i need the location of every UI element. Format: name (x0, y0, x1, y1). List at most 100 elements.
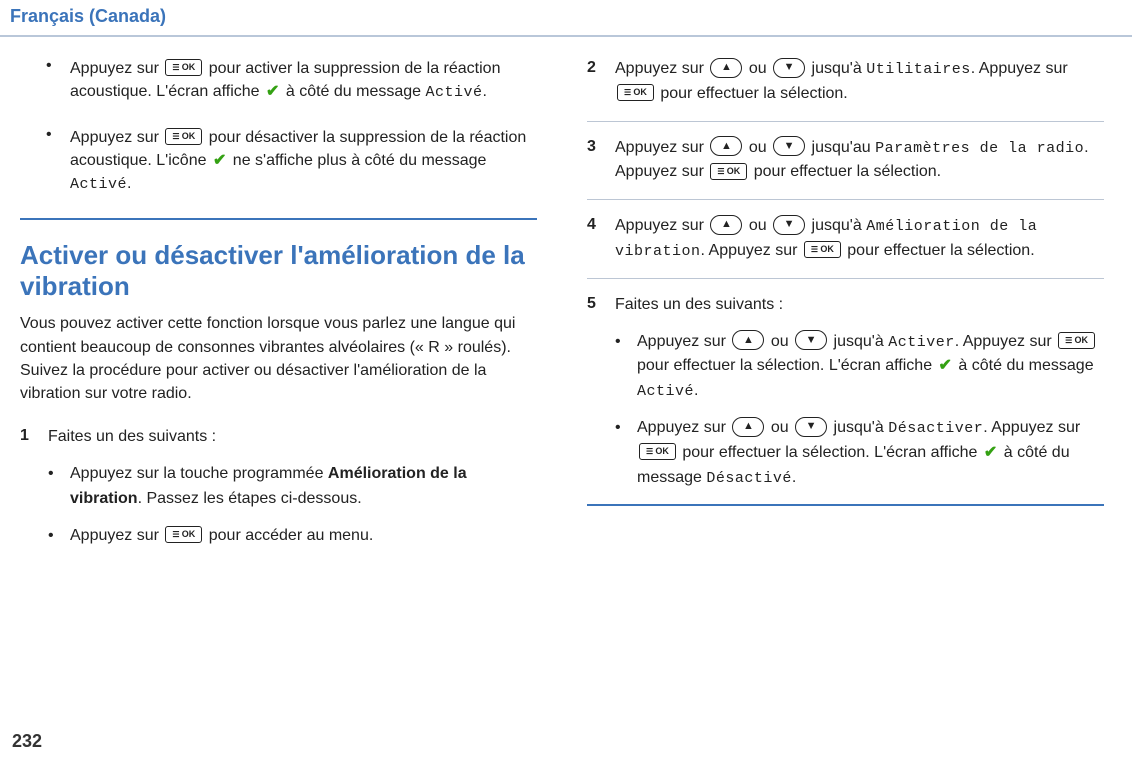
text: Faites un des suivants : (48, 428, 216, 445)
ok-button-icon: OK (804, 241, 841, 258)
check-icon: ✔ (266, 80, 279, 103)
step-body: Appuyez sur ▲ ou ▼ jusqu'au Paramètres d… (615, 136, 1104, 186)
list-item: • Appuyez sur ▲ ou ▼ jusqu'à Désactiver.… (615, 416, 1104, 490)
bullet-list: • Appuyez sur OK pour activer la suppres… (20, 57, 537, 196)
step-number: 1 (20, 425, 48, 445)
bullet-dot: • (48, 524, 70, 549)
code-text: Activé (426, 84, 483, 101)
down-arrow-icon: ▼ (773, 58, 805, 78)
sub-body: Appuyez sur OK pour accéder au menu. (70, 524, 537, 549)
text: ou (749, 139, 771, 156)
divider (20, 218, 537, 220)
section-description: Vous pouvez activer cette fonction lorsq… (20, 312, 537, 405)
text: Appuyez sur (615, 139, 708, 156)
text: ou (771, 419, 793, 436)
code-text: Paramètres de la radio (875, 140, 1084, 157)
right-column: 2 Appuyez sur ▲ ou ▼ jusqu'à Utilitaires… (587, 57, 1104, 562)
sub-list: • Appuyez sur la touche programmée Améli… (48, 462, 537, 548)
text: pour effectuer la sélection. (847, 242, 1034, 259)
left-column: • Appuyez sur OK pour activer la suppres… (20, 57, 537, 562)
text: . (483, 83, 487, 100)
check-icon: ✔ (213, 149, 226, 172)
up-arrow-icon: ▲ (710, 215, 742, 235)
down-arrow-icon: ▼ (795, 330, 827, 350)
list-item: • Appuyez sur OK pour désactiver la supp… (20, 126, 537, 196)
down-arrow-icon: ▼ (795, 417, 827, 437)
up-arrow-icon: ▲ (732, 330, 764, 350)
step-number: 3 (587, 136, 615, 156)
text: ne s'affiche plus à côté du message (233, 152, 487, 169)
text: Appuyez sur la touche programmée (70, 465, 328, 482)
text: ou (749, 217, 771, 234)
text: Appuyez sur (70, 527, 163, 544)
content-columns: • Appuyez sur OK pour activer la suppres… (0, 37, 1132, 562)
text: Appuyez sur (615, 60, 708, 77)
text: Appuyez sur (637, 333, 730, 350)
list-item: • Appuyez sur la touche programmée Améli… (48, 462, 537, 512)
step-5: 5 Faites un des suivants : • Appuyez sur… (587, 293, 1104, 507)
text: pour effectuer la sélection. (754, 163, 941, 180)
ok-button-icon: OK (165, 128, 202, 145)
code-text: Activé (70, 176, 127, 193)
text: Appuyez sur (70, 129, 163, 146)
list-item: • Appuyez sur OK pour activer la suppres… (20, 57, 537, 104)
down-arrow-icon: ▼ (773, 136, 805, 156)
page-number: 232 (12, 731, 42, 752)
up-arrow-icon: ▲ (732, 417, 764, 437)
text: ou (749, 60, 771, 77)
bullet-dot: • (615, 330, 637, 355)
code-text: Désactiver (888, 420, 983, 437)
step-body: Faites un des suivants : • Appuyez sur ▲… (615, 293, 1104, 491)
step-number: 4 (587, 214, 615, 234)
text: Appuyez sur (70, 60, 163, 77)
code-text: Utilitaires (866, 61, 971, 78)
text: . Appuyez sur (701, 242, 802, 259)
text: jusqu'à (834, 419, 889, 436)
text: pour effectuer la sélection. L'écran aff… (637, 357, 937, 374)
sub-body: Appuyez sur ▲ ou ▼ jusqu'à Activer. Appu… (637, 330, 1104, 404)
header-title: Français (Canada) (10, 6, 166, 26)
sub-list: • Appuyez sur ▲ ou ▼ jusqu'à Activer. Ap… (615, 330, 1104, 491)
step-body: Faites un des suivants : • Appuyez sur l… (48, 425, 537, 548)
header: Français (Canada) (0, 0, 1132, 37)
sub-body: Appuyez sur ▲ ou ▼ jusqu'à Désactiver. A… (637, 416, 1104, 490)
text: à côté du message (286, 83, 426, 100)
bullet-dot: • (48, 462, 70, 487)
ok-button-icon: OK (165, 526, 202, 543)
list-item: • Appuyez sur ▲ ou ▼ jusqu'à Activer. Ap… (615, 330, 1104, 404)
text: Appuyez sur (615, 217, 708, 234)
up-arrow-icon: ▲ (710, 136, 742, 156)
text: . Appuyez sur (955, 333, 1056, 350)
ok-button-icon: OK (639, 443, 676, 460)
bullet-dot: • (615, 416, 637, 441)
text: . (792, 469, 796, 486)
step-body: Appuyez sur ▲ ou ▼ jusqu'à Utilitaires. … (615, 57, 1104, 107)
text: . (694, 382, 698, 399)
step-number: 2 (587, 57, 615, 77)
list-item: • Appuyez sur OK pour accéder au menu. (48, 524, 537, 549)
check-icon: ✔ (939, 354, 952, 379)
text: jusqu'à (812, 60, 867, 77)
code-text: Activé (637, 383, 694, 400)
bullet-body: Appuyez sur OK pour activer la suppressi… (70, 57, 537, 104)
text: ou (771, 333, 793, 350)
text: à côté du message (958, 357, 1093, 374)
text: . Passez les étapes ci-dessous. (138, 490, 362, 507)
up-arrow-icon: ▲ (710, 58, 742, 78)
section-title: Activer ou désactiver l'amélioration de … (20, 240, 537, 302)
step-4: 4 Appuyez sur ▲ ou ▼ jusqu'à Amélioratio… (587, 214, 1104, 279)
text: jusqu'à (834, 333, 889, 350)
text: jusqu'au (812, 139, 876, 156)
step-2: 2 Appuyez sur ▲ ou ▼ jusqu'à Utilitaires… (587, 57, 1104, 122)
ok-button-icon: OK (165, 59, 202, 76)
text: pour accéder au menu. (209, 527, 374, 544)
down-arrow-icon: ▼ (773, 215, 805, 235)
text: . Appuyez sur (971, 60, 1068, 77)
ok-button-icon: OK (710, 163, 747, 180)
code-text: Activer (888, 334, 955, 351)
text: pour effectuer la sélection. (660, 85, 847, 102)
code-text: Désactivé (706, 470, 792, 487)
text: . (127, 175, 131, 192)
step-number: 5 (587, 293, 615, 313)
ok-button-icon: OK (617, 84, 654, 101)
